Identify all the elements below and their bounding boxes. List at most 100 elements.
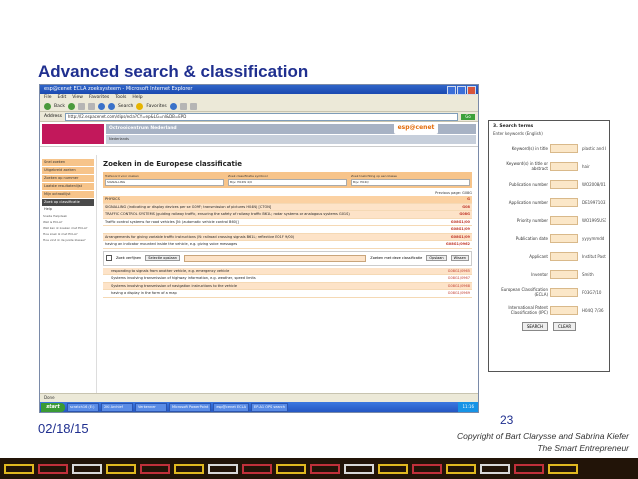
sidebar-item[interactable]: Help	[42, 207, 94, 212]
sidebar-item[interactable]: Mijn octrooilijst	[42, 191, 94, 198]
sidebar: Snel zoeken Uitgebreid zoeken Zoeken op nu…	[40, 155, 97, 393]
refine-go-button[interactable]: Opslaan	[426, 255, 447, 261]
classification-text: Traffic control systems for road vehicle…	[105, 219, 239, 224]
language-link[interactable]: Nederlands	[106, 135, 476, 144]
previous-page-link[interactable]: Previous page: G08G	[103, 191, 472, 195]
history-icon[interactable]	[169, 102, 177, 110]
form-field-label: Application number	[508, 199, 548, 205]
taskbar-item[interactable]: Verkenner	[135, 402, 167, 412]
decorative-block	[480, 463, 510, 474]
refine-clear-button[interactable]: Wissen	[450, 255, 469, 261]
classification-code[interactable]: G08G1/0965	[448, 269, 470, 274]
favorites-icon[interactable]	[136, 102, 144, 110]
page-number: 23	[500, 413, 514, 427]
refine-input[interactable]	[183, 254, 367, 262]
classification-row[interactable]: G08G1/09	[103, 226, 472, 234]
form-field-input[interactable]	[550, 215, 578, 225]
form-row: Keyword(s) in title or abstract hair	[489, 157, 609, 175]
form-field-input[interactable]	[550, 143, 578, 153]
classification-text: PHYSICS	[105, 197, 120, 201]
maximize-icon[interactable]	[457, 86, 466, 95]
print-icon[interactable]	[189, 102, 197, 110]
form-field-input[interactable]	[550, 197, 578, 207]
form-field-input[interactable]	[550, 287, 578, 297]
classification-code[interactable]: G08G	[459, 212, 470, 217]
taskbar-item[interactable]: Microsoft PowerPoint	[169, 402, 212, 412]
sidebar-item[interactable]: Laatste resultatenlijst	[42, 183, 94, 190]
classification-code[interactable]: G08G1/00	[451, 220, 470, 225]
form-field-example: DE19971031743	[582, 199, 606, 205]
taskbar-item[interactable]: scratch16 (E:)	[67, 402, 99, 412]
classification-code[interactable]: G08G1/0968	[448, 284, 470, 289]
form-field-input[interactable]	[550, 305, 578, 315]
close-icon[interactable]	[467, 86, 476, 95]
mail-icon[interactable]	[179, 102, 187, 110]
sidebar-item[interactable]: Snel zoeken	[42, 159, 94, 166]
menu-item-favorites[interactable]: Favorites	[89, 94, 109, 101]
back-icon[interactable]	[44, 102, 51, 110]
taskbar-item[interactable]: 2Ki Archief	[101, 402, 133, 412]
classification-code[interactable]: G08	[462, 205, 470, 210]
classification-row[interactable]: SIGNALLING (indicating or display device…	[103, 203, 472, 211]
sidebar-item[interactable]: Uitgebreid zoeken	[42, 167, 94, 174]
menu-item-help[interactable]: Help	[132, 94, 142, 101]
search-field-input[interactable]: Bijv. H04Q	[351, 179, 470, 186]
sidebar-help-link[interactable]: Hoe vind ik de juiste klasse?	[40, 237, 96, 243]
search-button[interactable]: SEARCH	[521, 322, 549, 331]
address-input[interactable]: http://l2.espacenet.com/dips/ecla?CY=ep&…	[64, 112, 458, 121]
forward-icon[interactable]	[67, 102, 75, 110]
classification-code[interactable]: G08G1/09	[451, 235, 470, 240]
back-label[interactable]: Back	[54, 104, 65, 109]
taskbar-item[interactable]: EP-A1 OPS search	[251, 402, 289, 412]
classification-text	[105, 227, 447, 232]
clear-button[interactable]: CLEAR	[553, 322, 577, 331]
menu-item-view[interactable]: View	[72, 94, 83, 101]
form-row: Priority number WO1995US15925	[489, 211, 609, 229]
classification-text: Systems involving transmission of naviga…	[111, 283, 238, 288]
sidebar-item[interactable]: Zoeken op nummer	[42, 175, 94, 182]
go-button[interactable]: Go	[461, 113, 475, 120]
search-field-input[interactable]: SIGNALLING	[105, 179, 224, 186]
classification-row[interactable]: having an indicator mounted inside the v…	[103, 241, 472, 249]
classification-code[interactable]: G08G1/09	[451, 227, 470, 232]
sub-classification-row[interactable]: Systems involving transmission of naviga…	[103, 282, 472, 290]
form-field-input[interactable]	[550, 233, 578, 243]
taskbar-item[interactable]: esp@cenet ECLA	[213, 402, 250, 412]
search-field-input[interactable]: Bijv. H04W 4/0	[228, 179, 347, 186]
search-icon[interactable]	[107, 102, 115, 110]
home-icon[interactable]	[97, 102, 105, 110]
sub-classification-row[interactable]: responding to signals from another vehic…	[103, 267, 472, 275]
sub-classification-row[interactable]: having a display in the form of a map G08…	[103, 290, 472, 298]
form-field-input[interactable]	[550, 179, 578, 189]
minimize-icon[interactable]	[447, 86, 456, 95]
search-field-group: Zoek toelichting op een klasse Bijv. H04Q	[351, 174, 470, 186]
classification-code[interactable]: G	[467, 197, 470, 202]
search-label[interactable]: Search	[118, 104, 133, 109]
menu-item-file[interactable]: File	[44, 94, 52, 101]
sub-classification-row[interactable]: Systems involving transmission of highwa…	[103, 275, 472, 283]
classification-code[interactable]: G08G1/0969	[448, 291, 470, 296]
form-field-input[interactable]	[550, 269, 578, 279]
refine-checkbox[interactable]	[106, 255, 112, 261]
classification-row[interactable]: TRAFFIC CONTROL SYSTEMS (guiding railway…	[103, 211, 472, 219]
classification-code[interactable]: G08G1/0962	[446, 242, 470, 247]
form-field-example: yyyymmdd	[582, 235, 605, 241]
classification-row[interactable]: Traffic control systems for road vehicle…	[103, 218, 472, 226]
stop-icon[interactable]	[77, 102, 85, 110]
address-label: Address	[44, 114, 62, 119]
search-field-label: Zoek classificatie symbool	[228, 174, 268, 178]
refresh-icon[interactable]	[87, 102, 95, 110]
save-selection-button[interactable]: Selectie opslaan	[145, 255, 180, 261]
form-field-input[interactable]	[550, 251, 578, 261]
decorative-block	[412, 463, 442, 474]
sidebar-item[interactable]: Zoek op classificatie	[42, 199, 94, 206]
start-button[interactable]: start	[41, 402, 65, 412]
menu-item-edit[interactable]: Edit	[58, 94, 67, 101]
copyright-subline: The Smart Entrepreneur	[537, 443, 629, 453]
classification-row[interactable]: PHYSICS G	[103, 196, 472, 204]
menu-item-tools[interactable]: Tools	[115, 94, 126, 101]
favorites-label[interactable]: Favorites	[146, 104, 166, 109]
classification-row[interactable]: Arrangements for giving variable traffic…	[103, 233, 472, 241]
classification-code[interactable]: G08G1/0967	[448, 276, 470, 281]
form-field-input[interactable]	[550, 161, 578, 171]
